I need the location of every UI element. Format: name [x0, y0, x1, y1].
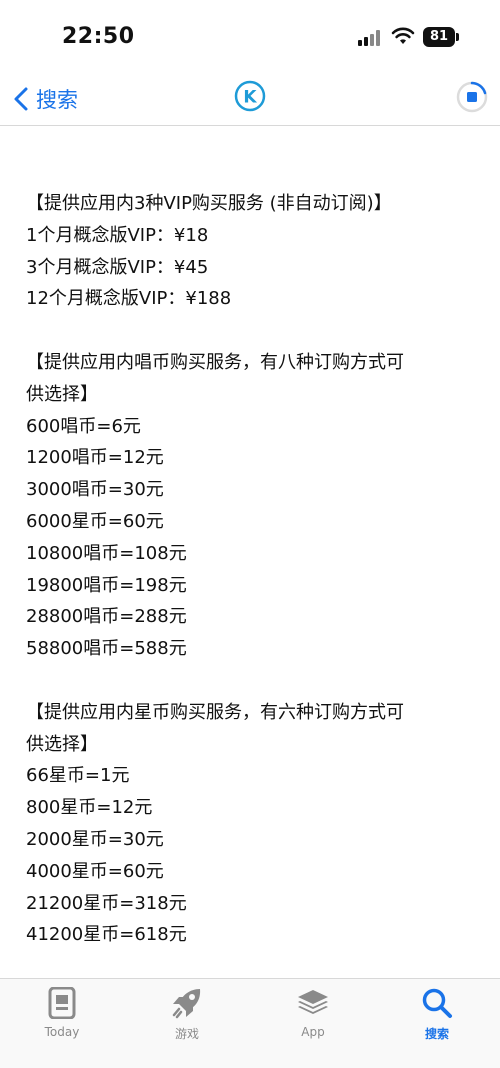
search-icon — [422, 988, 452, 1018]
content-line: 2000星币=30元 — [26, 828, 164, 850]
content-line: 供选择】 — [26, 733, 98, 755]
tab-search-label: 搜索 — [424, 1027, 449, 1041]
content-line: 4000星币=60元 — [26, 860, 164, 882]
content-line: 600唱币=6元 — [26, 415, 141, 437]
back-button[interactable]: 搜索 — [10, 81, 78, 117]
cellular-signal-icon — [358, 30, 384, 46]
content-line: 28800唱币=288元 — [26, 606, 187, 628]
navigation-bar: 搜索 K — [0, 75, 500, 126]
content-line: 1200唱币=12元 — [26, 447, 164, 469]
app-logo-icon[interactable]: K — [232, 78, 268, 114]
battery-indicator: 81 — [423, 27, 455, 47]
content-line: 800星币=12元 — [26, 797, 153, 819]
status-bar: 22:50 81 — [0, 0, 500, 75]
tab-today-label: Today — [44, 1025, 80, 1039]
content-line: 6000星币=60元 — [26, 510, 164, 532]
tab-apps-label: App — [301, 1025, 325, 1039]
rocket-icon — [172, 989, 201, 1019]
content-line: 3000唱币=30元 — [26, 479, 164, 501]
back-label: 搜索 — [36, 88, 78, 112]
content-line: 【提供应用内3种VIP购买服务 (非自动订阅)】 — [26, 193, 392, 214]
tab-bar: Today 游戏 App 搜索 — [0, 978, 500, 1068]
wifi-icon — [391, 27, 415, 44]
content-line: 66星币=1元 — [26, 765, 130, 787]
today-icon — [48, 987, 76, 1019]
battery-cap — [456, 33, 459, 41]
content-line: 10800唱币=108元 — [26, 542, 187, 564]
content-line: 21200星币=318元 — [26, 892, 187, 914]
content-line: 58800唱币=588元 — [26, 638, 187, 660]
content-line: 供选择】 — [26, 383, 98, 405]
content-line: 【提供应用内唱币购买服务，有八种订购方式可 — [26, 351, 404, 373]
content-line: 3个月概念版VIP：¥45 — [26, 256, 209, 278]
tab-games[interactable]: 游戏 — [147, 987, 227, 1042]
app-logo-letter: K — [243, 88, 257, 108]
content-line: 19800唱币=198元 — [26, 574, 187, 596]
chevron-left-icon — [14, 87, 28, 111]
tab-apps[interactable]: App — [273, 987, 353, 1039]
content-line: 1个月概念版VIP：¥18 — [26, 224, 209, 246]
stack-icon — [298, 990, 328, 1014]
in-app-purchase-description: 【提供应用内3种VIP购买服务 (非自动订阅)】 1个月概念版VIP：¥18 3个月… — [26, 188, 486, 951]
content-line: 12个月概念版VIP：¥188 — [26, 288, 232, 310]
tab-search[interactable]: 搜索 — [397, 987, 477, 1042]
tab-games-label: 游戏 — [174, 1027, 199, 1041]
content-line: 41200星币=618元 — [26, 924, 187, 946]
tab-today[interactable]: Today — [22, 987, 102, 1039]
download-progress-icon[interactable] — [455, 80, 489, 114]
status-time: 22:50 — [62, 24, 135, 49]
content-line: 【提供应用内星币购买服务，有六种订购方式可 — [26, 701, 404, 723]
